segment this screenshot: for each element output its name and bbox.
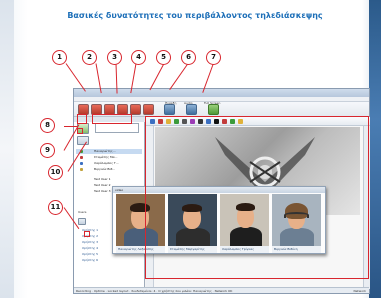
left-decor-strip [0, 0, 14, 298]
list-item[interactable]: Παναγιώτης... [76, 149, 142, 154]
callout-marker: 11 [48, 200, 63, 215]
highlight-box [77, 128, 83, 134]
highlight-box [77, 114, 87, 124]
panel-field-9[interactable] [95, 123, 139, 133]
user-item[interactable]: Χρήστης 3 [82, 240, 98, 245]
callout-marker: 8 [40, 118, 55, 133]
user-item[interactable]: Χρήστης 6 [82, 258, 98, 263]
callout-marker: 1 [52, 50, 67, 65]
highlight-box [145, 116, 369, 279]
callout-marker: 3 [107, 50, 122, 65]
callout-marker: 4 [131, 50, 146, 65]
fullscreen-button[interactable] [208, 104, 219, 115]
status-text: Recording · Uptime · Locked layout · Συν… [76, 289, 233, 293]
callout-marker: 5 [156, 50, 171, 65]
user-item[interactable]: Χρήστης 4 [82, 246, 98, 251]
toolbar-button-6[interactable] [143, 104, 154, 115]
audio-button[interactable] [186, 104, 197, 115]
list-item[interactable]: Test User 1 [76, 177, 142, 182]
toolbar-label: Έναρξη [165, 101, 177, 105]
page-title: Βασικές δυνατότητες του περιβάλλοντος τη… [67, 11, 323, 20]
list-item[interactable]: Σταμάτης Μα... [76, 155, 142, 160]
toolbar-button-7[interactable] [164, 104, 175, 115]
users-button-11[interactable] [78, 218, 86, 225]
right-decor-strip [369, 0, 381, 298]
callout-line [169, 63, 189, 90]
toolbar-label: Full Screen [204, 101, 221, 105]
status-right: Network [353, 289, 366, 293]
callout-line [115, 63, 118, 94]
list-item[interactable]: Βιργινία Βιθ... [76, 167, 142, 172]
panel-button-10[interactable] [77, 136, 89, 145]
users-label: Users [78, 210, 87, 214]
callout-marker: 2 [82, 50, 97, 65]
toolbar-label: Audio [184, 101, 193, 105]
callout-marker: 10 [48, 165, 63, 180]
highlight-box [84, 231, 90, 237]
callout-marker: 6 [181, 50, 196, 65]
highlight-box [92, 114, 132, 124]
user-item[interactable]: Χρήστης 5 [82, 252, 98, 257]
status-bar: Recording · Uptime · Locked layout · Συν… [74, 287, 369, 293]
callout-marker: 7 [206, 50, 221, 65]
callout-marker: 9 [40, 143, 55, 158]
window-titlebar [74, 89, 369, 97]
callout-line [149, 63, 165, 91]
list-item[interactable]: Χαράλαμπος Τ... [76, 161, 142, 166]
